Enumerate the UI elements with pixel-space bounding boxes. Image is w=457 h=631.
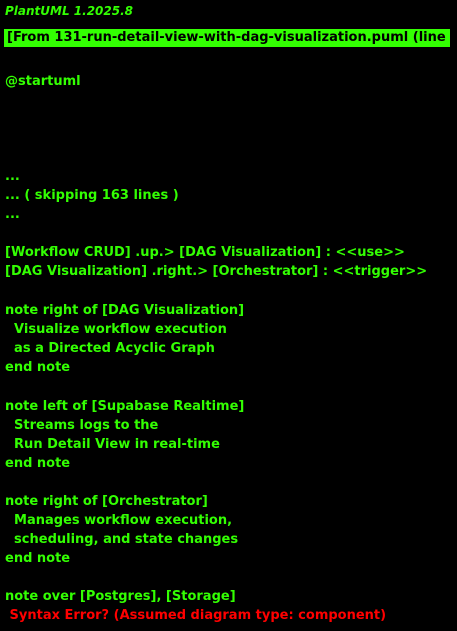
code-line-dag-visualization-relation: [DAG Visualization] .right.> [Orchestrat… <box>5 264 428 279</box>
code-line-note-realtime-start: note left of [Supabase Realtime] <box>5 399 245 414</box>
code-line-note-orchestrator-text-1: Manages workflow execution, <box>5 513 233 528</box>
source-file-banner: [From 131-run-detail-view-with-dag-visua… <box>4 29 450 47</box>
code-line-ellipsis-end: ... <box>5 207 20 222</box>
code-line-note-orchestrator-start: note right of [Orchestrator] <box>5 494 208 509</box>
code-line-skipped-notice: ... ( skipping 163 lines ) <box>5 188 179 203</box>
plantuml-version: PlantUML 1.2025.8 <box>5 4 134 18</box>
syntax-error-message: Syntax Error? (Assumed diagram type: com… <box>5 608 387 623</box>
plantuml-error-page: { "header": { "version": "PlantUML 1.202… <box>0 0 457 631</box>
code-line-note-dag-start: note right of [DAG Visualization] <box>5 303 245 318</box>
code-line-note-dag-end: end note <box>5 360 71 375</box>
code-line-note-orchestrator-text-2: scheduling, and state changes <box>5 532 239 547</box>
code-line-note-dag-text-1: Visualize workflow execution <box>5 322 227 337</box>
code-line-note-dag-text-2: as a Directed Acyclic Graph <box>5 341 215 356</box>
code-line-note-over-postgres-storage: note over [Postgres], [Storage] <box>5 589 236 604</box>
code-line-workflow-crud-relation: [Workflow CRUD] .up.> [DAG Visualization… <box>5 245 405 260</box>
code-line-ellipsis-start: ... <box>5 169 20 184</box>
code-line-note-realtime-end: end note <box>5 456 71 471</box>
code-line-startuml: @startuml <box>5 74 81 89</box>
code-line-note-realtime-text-1: Streams logs to the <box>5 418 159 433</box>
code-line-note-orchestrator-end: end note <box>5 551 71 566</box>
code-line-note-realtime-text-2: Run Detail View in real-time <box>5 437 220 452</box>
